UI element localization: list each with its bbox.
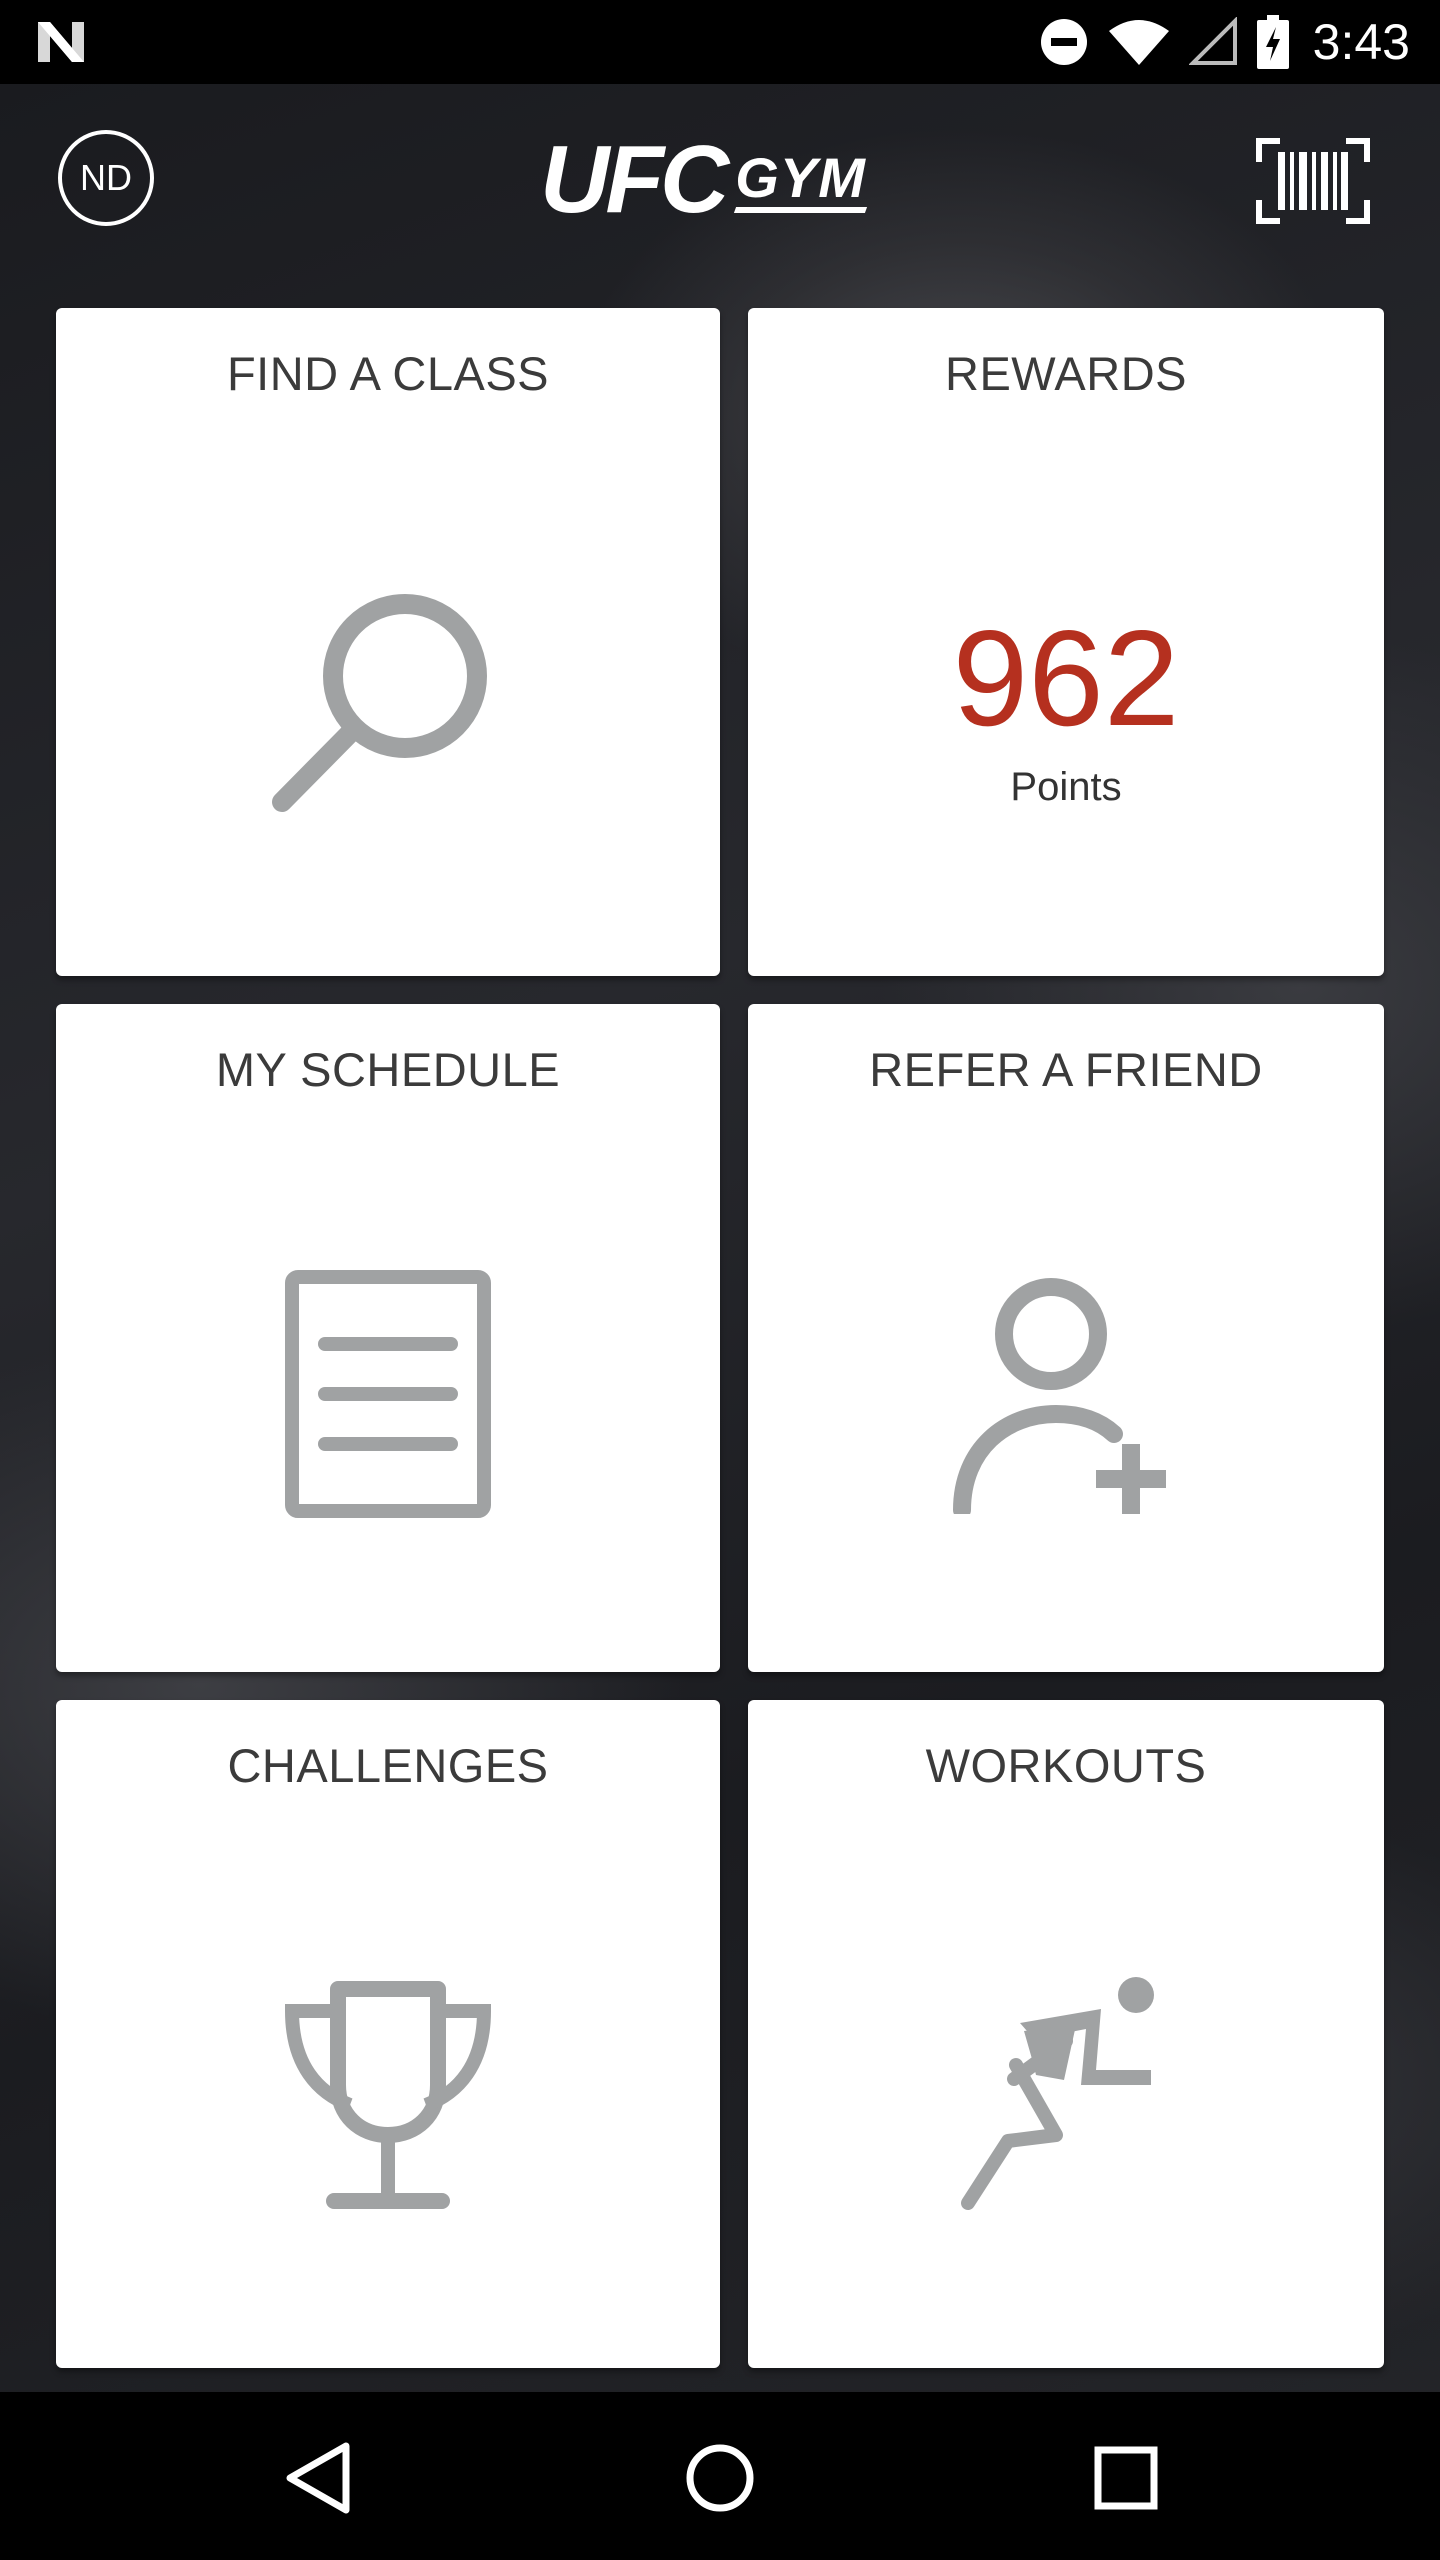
my-schedule-tile[interactable]: MY SCHEDULE xyxy=(56,1004,720,1672)
ufc-gym-logo: UFC GYM xyxy=(540,126,910,233)
refer-a-friend-tile[interactable]: REFER A FRIEND xyxy=(748,1004,1384,1672)
recents-square-icon[interactable] xyxy=(1086,2438,1166,2518)
workouts-tile[interactable]: WORKOUTS xyxy=(748,1700,1384,2368)
search-icon xyxy=(272,594,487,812)
barcode-icon[interactable] xyxy=(1256,138,1370,224)
profile-avatar-button[interactable]: ND xyxy=(58,130,154,226)
status-time: 3:43 xyxy=(1312,14,1410,70)
rewards-points-label: Points xyxy=(1010,765,1122,809)
tile-title: FIND A CLASS xyxy=(226,347,550,400)
tile-title: REFER A FRIEND xyxy=(869,1043,1263,1096)
home-circle-icon[interactable] xyxy=(680,2438,760,2518)
find-a-class-tile[interactable]: FIND A CLASS xyxy=(56,308,720,976)
rewards-points-value: 962 xyxy=(952,602,1180,754)
notification-n-icon xyxy=(38,22,84,62)
status-bar: 3:43 xyxy=(0,0,1440,84)
add-person-icon xyxy=(953,1278,1166,1514)
do-not-disturb-icon xyxy=(1040,19,1087,65)
tile-title: CHALLENGES xyxy=(227,1739,549,1792)
logo-ufc-text: UFC xyxy=(540,126,729,233)
tile-title: REWARDS xyxy=(945,347,1187,400)
trophy-icon xyxy=(284,1981,492,2209)
tile-title: MY SCHEDULE xyxy=(215,1043,561,1096)
logo-gym-text: GYM xyxy=(735,146,866,209)
back-triangle-icon[interactable] xyxy=(278,2438,358,2518)
document-icon xyxy=(285,1270,491,1518)
battery-charging-icon xyxy=(1256,15,1289,69)
challenges-tile[interactable]: CHALLENGES xyxy=(56,1700,720,2368)
system-nav-bar xyxy=(0,2392,1440,2560)
running-person-icon xyxy=(961,1977,1154,2210)
wifi-icon xyxy=(1108,20,1169,65)
tile-title: WORKOUTS xyxy=(925,1739,1207,1792)
avatar-initials: ND xyxy=(80,157,132,198)
rewards-tile[interactable]: REWARDS 962 Points xyxy=(748,308,1384,976)
cell-signal-icon xyxy=(1188,17,1237,65)
